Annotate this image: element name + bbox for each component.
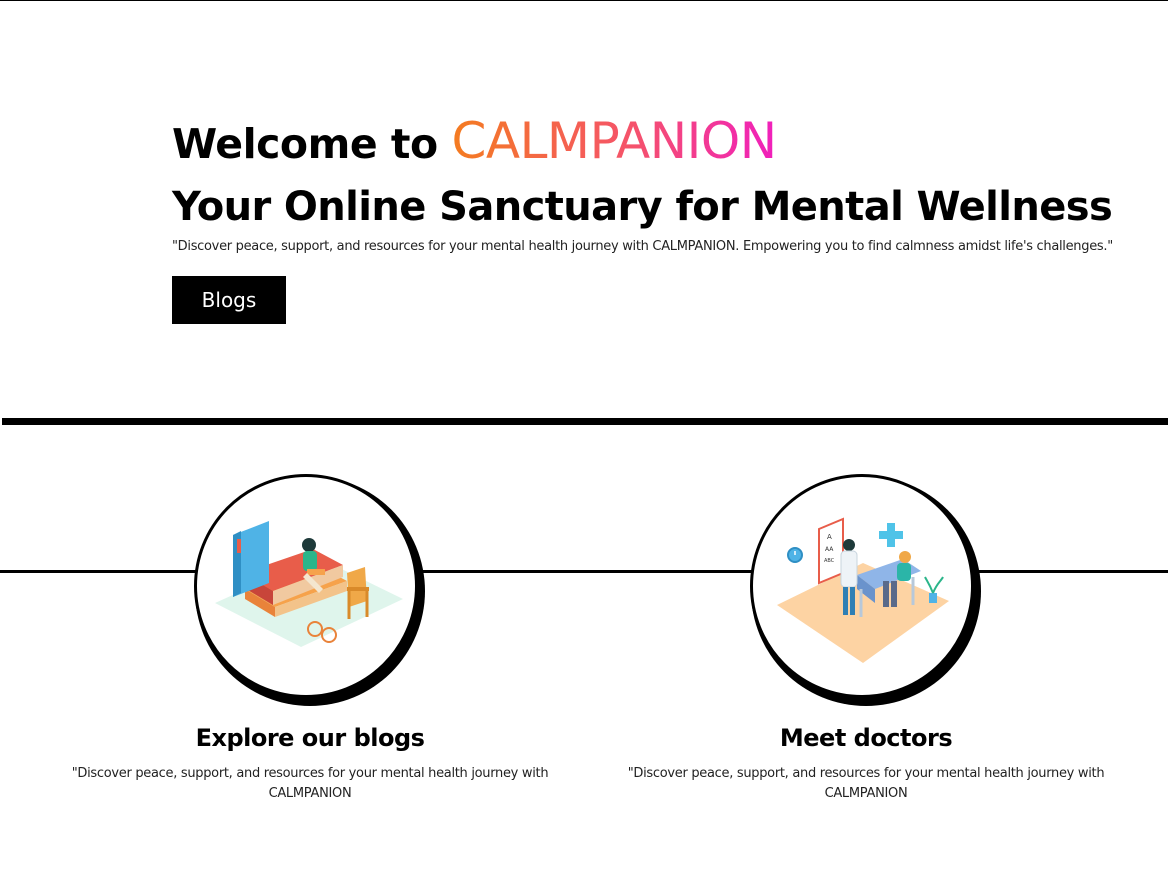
- feature-description: "Discover peace, support, and resources …: [627, 766, 1105, 801]
- doctor-consultation-illustration-icon[interactable]: A AA ABC: [750, 474, 974, 698]
- page: Welcome to CALMPANION Your Online Sanctu…: [0, 0, 1168, 872]
- feature-title[interactable]: Meet doctors: [586, 724, 1146, 752]
- hero-subtitle: Your Online Sanctuary for Mental Wellnes…: [172, 184, 1113, 230]
- reading-illustration-icon[interactable]: [194, 474, 418, 698]
- hero-description: "Discover peace, support, and resources …: [172, 239, 1113, 254]
- svg-text:A: A: [827, 533, 832, 541]
- feature-card-doctors[interactable]: A AA ABC Meet doctors "Discover peace, s…: [586, 474, 1146, 804]
- hero-section: Welcome to CALMPANION Your Online Sanctu…: [172, 110, 1168, 324]
- top-border: [0, 0, 1168, 1]
- blogs-button[interactable]: Blogs: [172, 276, 286, 324]
- svg-text:ABC: ABC: [824, 558, 835, 564]
- hero-title: Welcome to CALMPANION: [172, 110, 1168, 175]
- feature-description: "Discover peace, support, and resources …: [71, 766, 549, 801]
- feature-title[interactable]: Explore our blogs: [30, 724, 590, 752]
- brand-name: CALMPANION: [451, 112, 777, 170]
- svg-text:AA: AA: [825, 546, 834, 553]
- welcome-text: Welcome to: [172, 120, 452, 168]
- section-divider: [2, 418, 1168, 425]
- feature-card-blogs[interactable]: Explore our blogs "Discover peace, suppo…: [30, 474, 590, 804]
